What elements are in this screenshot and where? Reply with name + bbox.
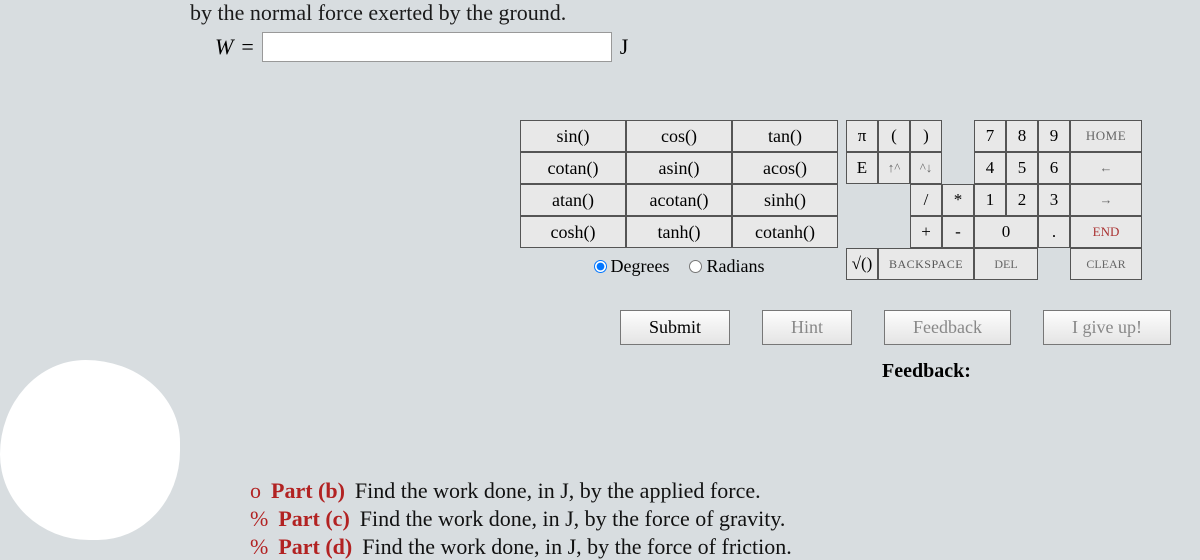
star-button[interactable]: *: [942, 184, 974, 216]
pi-button[interactable]: π: [846, 120, 878, 152]
caret-up-button[interactable]: ↑^: [878, 152, 910, 184]
answer-input[interactable]: [262, 32, 612, 62]
atan-button[interactable]: atan(): [520, 184, 626, 216]
spacer: [878, 184, 910, 216]
lparen-button[interactable]: (: [878, 120, 910, 152]
e-button[interactable]: E: [846, 152, 878, 184]
angle-mode-row: Degrees Radians: [520, 248, 838, 280]
sqrt-button[interactable]: √(): [846, 248, 878, 280]
left-arrow-button[interactable]: ←: [1070, 152, 1142, 184]
slash-button[interactable]: /: [910, 184, 942, 216]
answer-variable: W: [215, 34, 233, 60]
giveup-button[interactable]: I give up!: [1043, 310, 1171, 345]
bullet-icon: o: [250, 478, 261, 504]
home-button[interactable]: HOME: [1070, 120, 1142, 152]
acotan-button[interactable]: acotan(): [626, 184, 732, 216]
degrees-radio[interactable]: [594, 260, 607, 273]
answer-row: W = J: [215, 32, 628, 62]
spacer: [1038, 248, 1070, 280]
num-2-button[interactable]: 2: [1006, 184, 1038, 216]
del-button[interactable]: DEL: [974, 248, 1038, 280]
hint-button[interactable]: Hint: [762, 310, 852, 345]
tan-button[interactable]: tan(): [732, 120, 838, 152]
equals-sign: =: [241, 34, 253, 60]
action-row: Submit Hint Feedback I give up!: [620, 310, 1171, 345]
backspace-button[interactable]: BACKSPACE: [878, 248, 974, 280]
spacer: [942, 152, 974, 184]
right-arrow-button[interactable]: →: [1070, 184, 1142, 216]
spacer: [878, 216, 910, 248]
rparen-button[interactable]: ): [910, 120, 942, 152]
bullet-icon: %: [250, 534, 268, 560]
part-b-text: Find the work done, in J, by the applied…: [355, 478, 761, 504]
dot-button[interactable]: .: [1038, 216, 1070, 248]
part-c-row: % Part (c) Find the work done, in J, by …: [250, 506, 792, 532]
feedback-label: Feedback:: [882, 360, 971, 383]
white-overlay: [0, 360, 180, 540]
clear-button[interactable]: CLEAR: [1070, 248, 1142, 280]
question-partial: by the normal force exerted by the groun…: [190, 0, 1160, 26]
cotanh-button[interactable]: cotanh(): [732, 216, 838, 248]
degrees-option[interactable]: Degrees: [594, 256, 670, 277]
parts-list: o Part (b) Find the work done, in J, by …: [250, 476, 792, 560]
submit-button[interactable]: Submit: [620, 310, 730, 345]
bullet-icon: %: [250, 506, 268, 532]
end-button[interactable]: END: [1070, 216, 1142, 248]
minus-button[interactable]: -: [942, 216, 974, 248]
num-8-button[interactable]: 8: [1006, 120, 1038, 152]
part-d-row: % Part (d) Find the work done, in J, by …: [250, 534, 792, 560]
num-0-button[interactable]: 0: [974, 216, 1038, 248]
feedback-button[interactable]: Feedback: [884, 310, 1011, 345]
answer-unit: J: [620, 34, 629, 60]
cosh-button[interactable]: cosh(): [520, 216, 626, 248]
num-3-button[interactable]: 3: [1038, 184, 1070, 216]
plus-button[interactable]: +: [910, 216, 942, 248]
spacer: [942, 120, 974, 152]
spacer: [846, 216, 878, 248]
num-5-button[interactable]: 5: [1006, 152, 1038, 184]
numeric-grid: π ( ) 7 8 9 HOME E ↑^ ^↓ 4 5 6 ← / * 1 2…: [846, 120, 1142, 280]
radians-radio[interactable]: [689, 260, 702, 273]
part-d-label: Part (d): [278, 534, 352, 560]
cotan-button[interactable]: cotan(): [520, 152, 626, 184]
caret-down-button[interactable]: ^↓: [910, 152, 942, 184]
keypad-area: sin() cos() tan() cotan() asin() acos() …: [520, 120, 1142, 280]
acos-button[interactable]: acos(): [732, 152, 838, 184]
sinh-button[interactable]: sinh(): [732, 184, 838, 216]
cos-button[interactable]: cos(): [626, 120, 732, 152]
sin-button[interactable]: sin(): [520, 120, 626, 152]
radians-option[interactable]: Radians: [689, 256, 764, 277]
num-7-button[interactable]: 7: [974, 120, 1006, 152]
part-c-label: Part (c): [278, 506, 349, 532]
spacer: [846, 184, 878, 216]
asin-button[interactable]: asin(): [626, 152, 732, 184]
num-1-button[interactable]: 1: [974, 184, 1006, 216]
num-9-button[interactable]: 9: [1038, 120, 1070, 152]
part-b-label: Part (b): [271, 478, 345, 504]
part-b-row: o Part (b) Find the work done, in J, by …: [250, 478, 792, 504]
tanh-button[interactable]: tanh(): [626, 216, 732, 248]
num-6-button[interactable]: 6: [1038, 152, 1070, 184]
part-d-text: Find the work done, in J, by the force o…: [362, 534, 792, 560]
part-c-text: Find the work done, in J, by the force o…: [360, 506, 786, 532]
function-grid: sin() cos() tan() cotan() asin() acos() …: [520, 120, 838, 280]
num-4-button[interactable]: 4: [974, 152, 1006, 184]
